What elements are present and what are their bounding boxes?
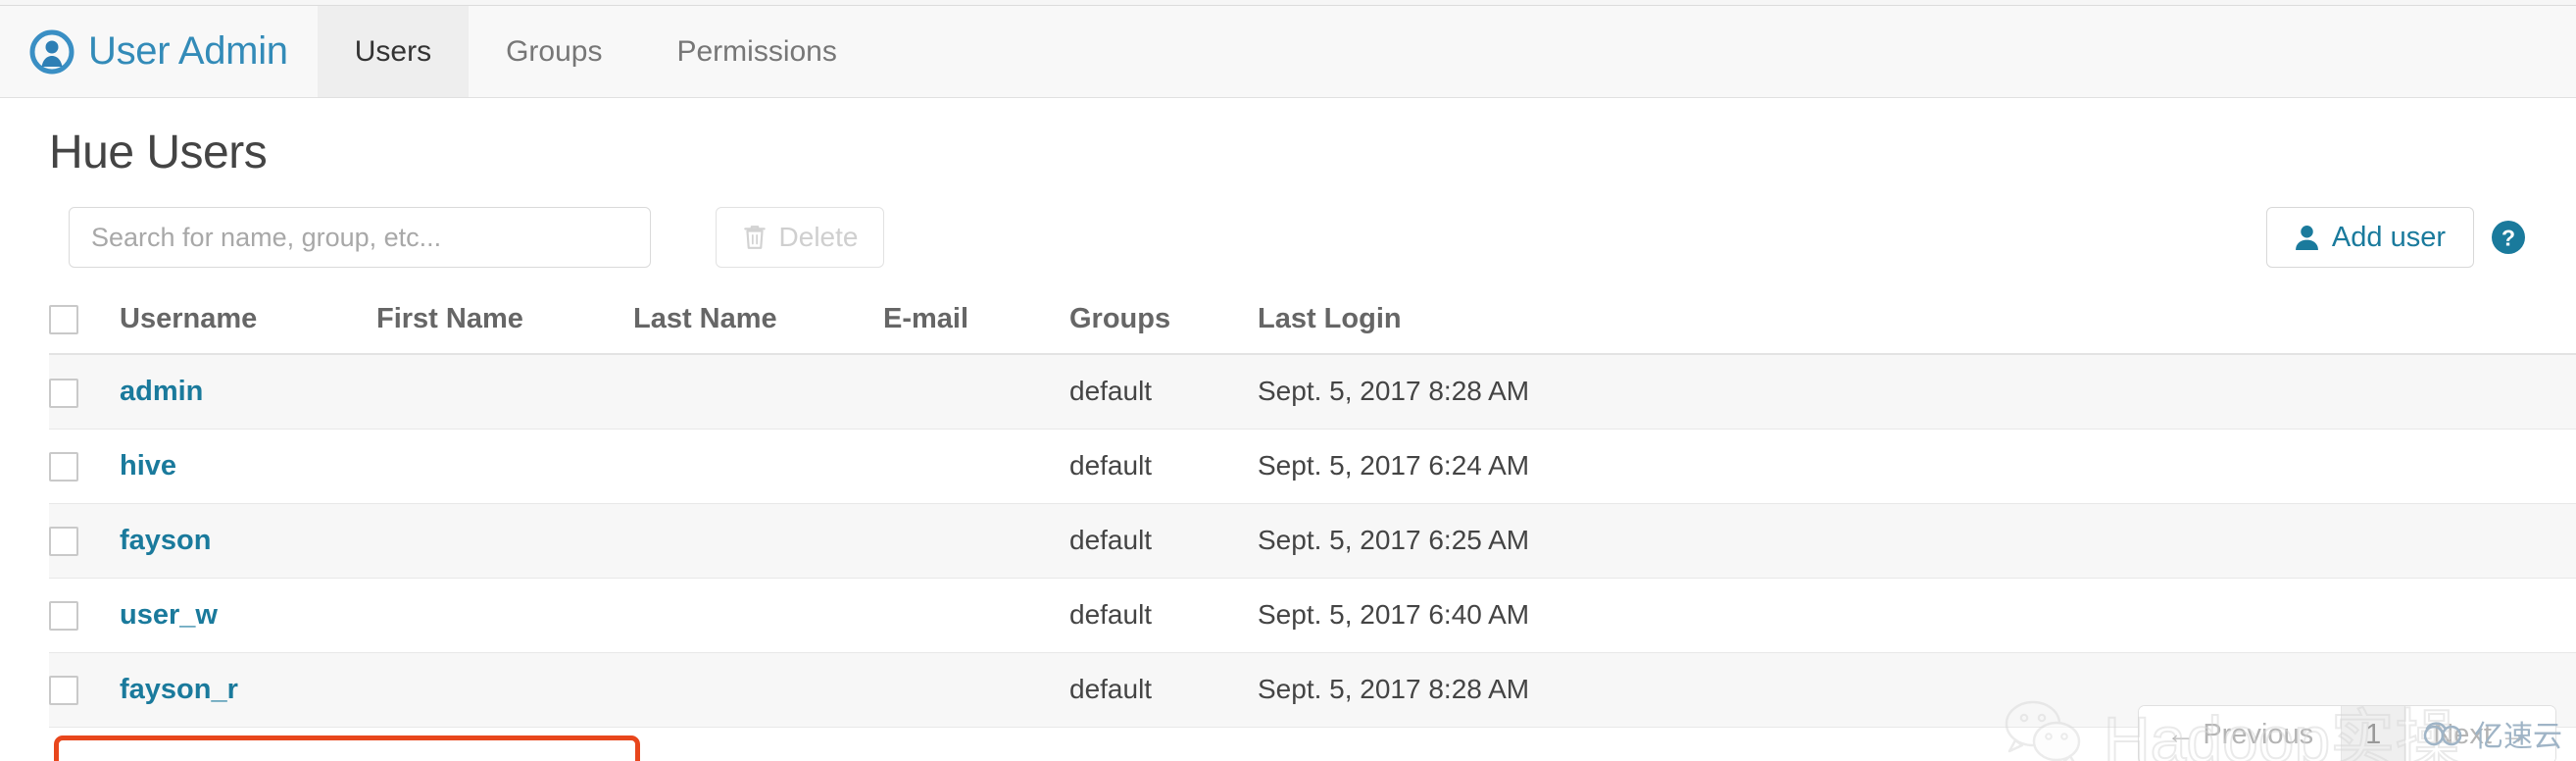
users-table-body: admin default Sept. 5, 2017 8:28 AM hive… [49,354,2576,728]
page-content: Hue Users Delete Add [0,99,2576,761]
tab-users[interactable]: Users [317,6,470,97]
brand-label: User Admin [88,29,288,73]
header-first-name[interactable]: First Name [376,289,633,355]
cell-username: fayson_r [120,652,376,728]
cell-first-name [376,578,633,653]
svg-text:?: ? [2502,226,2515,251]
cell-last-login: Sept. 5, 2017 8:28 AM [1258,354,2576,430]
cell-first-name [376,652,633,728]
header-email[interactable]: E-mail [883,289,1069,355]
row-checkbox-cell [49,429,120,504]
users-table-head: Username First Name Last Name E-mail Gro… [49,289,2576,355]
select-all-checkbox[interactable] [49,305,78,335]
username-link[interactable]: admin [120,376,203,407]
toolbar-right-group: Add user ? [2265,207,2527,268]
person-icon [2295,225,2318,250]
row-checkbox-cell [49,578,120,653]
cell-username: user_w [120,578,376,653]
cell-last-name [633,578,883,653]
header-username[interactable]: Username [120,289,376,355]
row-checkbox-cell [49,354,120,430]
toolbar: Delete Add user ? [49,207,2527,268]
brand[interactable]: User Admin [0,6,318,97]
nav-tabs: Users Groups Permissions [317,6,874,97]
cell-groups: default [1069,429,1258,504]
pagination-previous-button[interactable]: ← Previous [2139,706,2343,761]
row-checkbox[interactable] [49,527,78,557]
table-row[interactable]: user_w default Sept. 5, 2017 6:40 AM [49,578,2576,653]
cell-last-login: Sept. 5, 2017 6:40 AM [1258,578,2576,653]
page-title: Hue Users [49,127,268,178]
cell-email [883,578,1069,653]
table-header-row: Username First Name Last Name E-mail Gro… [49,289,2576,355]
cell-username: fayson [120,503,376,579]
row-checkbox-cell [49,652,120,728]
cell-email [883,652,1069,728]
table-row[interactable]: hive default Sept. 5, 2017 6:24 AM [49,429,2576,504]
cell-username: hive [120,429,376,504]
cell-groups: default [1069,652,1258,728]
cell-email [883,503,1069,579]
username-link[interactable]: fayson_r [120,674,238,705]
delete-button[interactable]: Delete [716,207,884,268]
cell-last-login: Sept. 5, 2017 6:24 AM [1258,429,2576,504]
cell-last-name [633,652,883,728]
cell-username: admin [120,354,376,430]
pagination-next-button[interactable]: Next → [2405,706,2555,761]
cell-groups: default [1069,354,1258,430]
header-groups[interactable]: Groups [1069,289,1258,355]
users-table: Username First Name Last Name E-mail Gro… [49,289,2576,728]
row-checkbox-cell [49,503,120,579]
user-admin-page: User Admin Users Groups Permissions Hue … [0,0,2576,761]
cell-last-name [633,354,883,430]
cell-groups: default [1069,503,1258,579]
cell-groups: default [1069,578,1258,653]
header-last-name[interactable]: Last Name [633,289,883,355]
cell-last-login: Sept. 5, 2017 6:25 AM [1258,503,2576,579]
cell-email [883,354,1069,430]
tab-groups-label: Groups [506,34,603,68]
cell-last-name [633,503,883,579]
user-circle-icon [29,29,74,74]
tab-groups[interactable]: Groups [469,6,639,97]
tab-users-label: Users [354,34,432,68]
row-checkbox[interactable] [49,452,78,482]
row-checkbox[interactable] [49,378,78,408]
search-input[interactable] [69,207,651,268]
pagination: ← Previous 1 Next → [2138,705,2556,761]
add-user-button[interactable]: Add user [2265,207,2474,268]
pagination-current-page[interactable]: 1 [2342,706,2406,761]
tab-permissions-label: Permissions [676,34,837,68]
cell-email [883,429,1069,504]
username-link[interactable]: fayson [120,525,211,556]
header-last-login[interactable]: Last Login [1258,289,2576,355]
top-navbar: User Admin Users Groups Permissions [0,6,2576,98]
select-all-cell [49,289,120,355]
cell-first-name [376,503,633,579]
trash-icon [743,226,766,249]
tab-permissions[interactable]: Permissions [639,6,873,97]
annotation-highlight-box [54,736,640,761]
users-table-container: Username First Name Last Name E-mail Gro… [49,289,2576,728]
question-circle-icon[interactable]: ? [2490,219,2527,256]
row-checkbox[interactable] [49,601,78,632]
add-user-button-label: Add user [2331,221,2446,253]
cell-first-name [376,354,633,430]
table-row[interactable]: fayson default Sept. 5, 2017 6:25 AM [49,503,2576,579]
delete-button-label: Delete [778,222,859,252]
table-row[interactable]: admin default Sept. 5, 2017 8:28 AM [49,354,2576,430]
row-checkbox[interactable] [49,676,78,706]
cell-last-name [633,429,883,504]
cell-first-name [376,429,633,504]
username-link[interactable]: hive [120,450,176,482]
username-link[interactable]: user_w [120,599,218,631]
